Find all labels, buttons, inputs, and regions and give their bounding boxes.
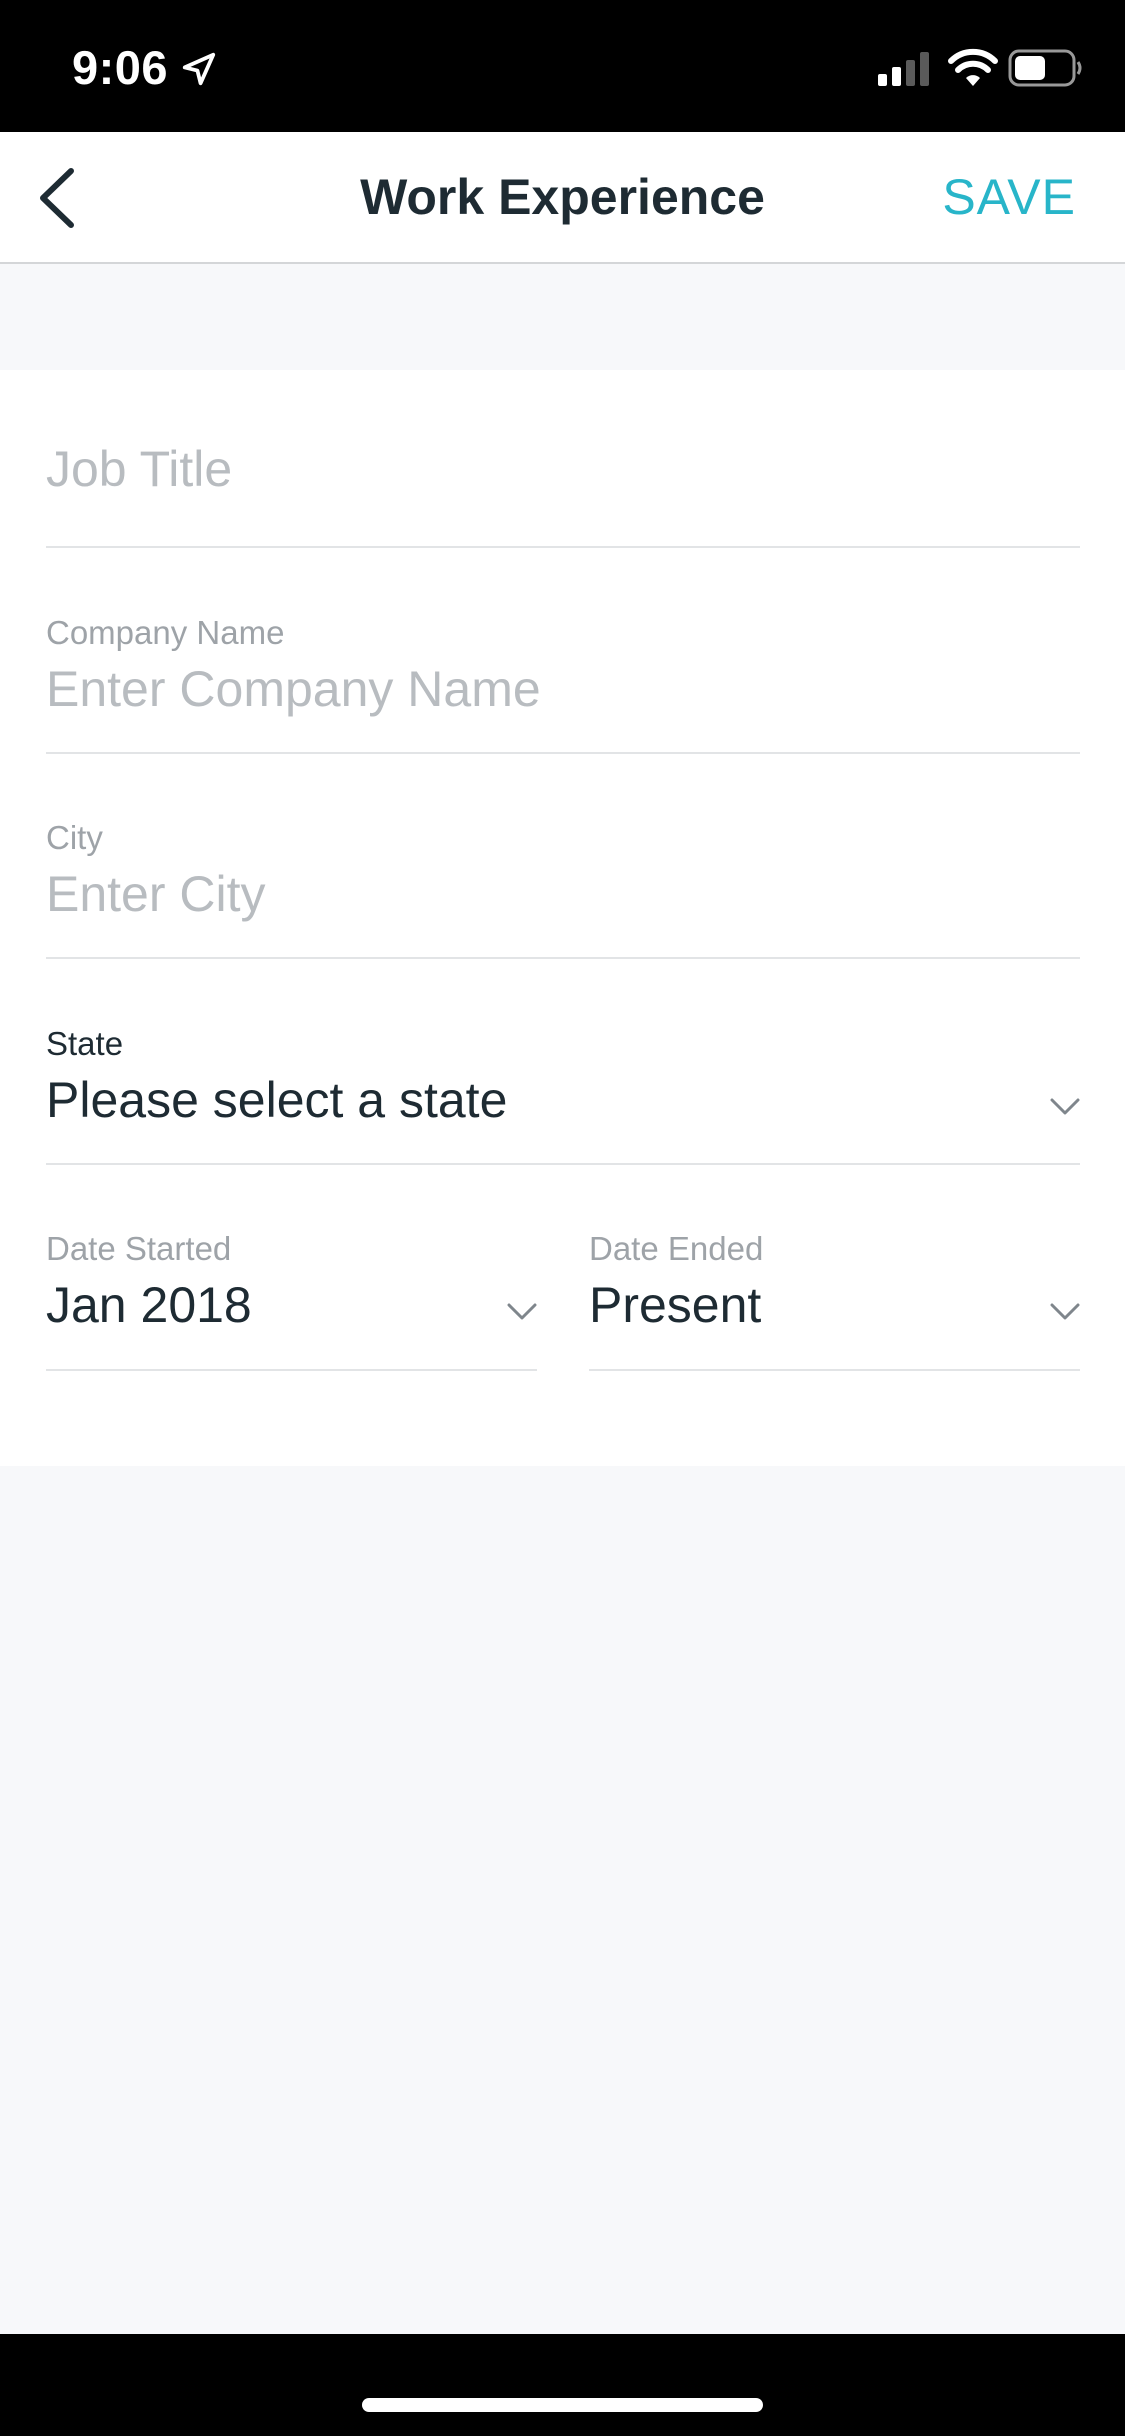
state-value[interactable]: Please select a state xyxy=(46,1071,507,1129)
signal-icon xyxy=(878,52,929,86)
company-name-input[interactable]: Enter Company Name xyxy=(46,660,541,718)
navigation-bar: Work Experience SAVE xyxy=(0,132,1125,264)
section-spacer xyxy=(0,266,1125,370)
company-name-label: Company Name xyxy=(46,614,285,651)
company-name-field[interactable]: Company Name Enter Company Name xyxy=(46,614,1080,754)
state-label: State xyxy=(46,1025,124,1062)
date-started-value[interactable]: Jan 2018 xyxy=(46,1276,252,1334)
status-time: 9:06 xyxy=(72,41,169,94)
city-label: City xyxy=(46,819,103,856)
city-field[interactable]: City Enter City xyxy=(46,819,1080,959)
chevron-down-icon xyxy=(1050,1098,1080,1115)
date-ended-select[interactable]: Date Ended Present xyxy=(589,1230,1080,1371)
state-select[interactable]: State Please select a state xyxy=(46,1025,1080,1165)
chevron-down-icon xyxy=(1050,1303,1080,1320)
date-started-select[interactable]: Date Started Jan 2018 xyxy=(46,1230,537,1371)
city-input[interactable]: Enter City xyxy=(46,865,266,923)
location-arrow-icon xyxy=(182,52,216,86)
battery-icon xyxy=(1008,49,1082,87)
date-ended-value[interactable]: Present xyxy=(589,1276,761,1334)
home-indicator[interactable] xyxy=(362,2398,763,2412)
status-bar: 9:06 xyxy=(0,0,1125,132)
job-title-input[interactable]: Job Title xyxy=(46,440,232,498)
wifi-icon xyxy=(948,48,998,86)
work-experience-form: Job Title Company Name Enter Company Nam… xyxy=(0,370,1125,1466)
date-started-label: Date Started xyxy=(46,1230,232,1267)
home-indicator-area xyxy=(0,2334,1125,2436)
save-button[interactable]: SAVE xyxy=(942,168,1076,226)
chevron-down-icon xyxy=(507,1303,537,1320)
job-title-field[interactable]: Job Title xyxy=(46,440,1080,548)
date-ended-label: Date Ended xyxy=(589,1230,764,1267)
